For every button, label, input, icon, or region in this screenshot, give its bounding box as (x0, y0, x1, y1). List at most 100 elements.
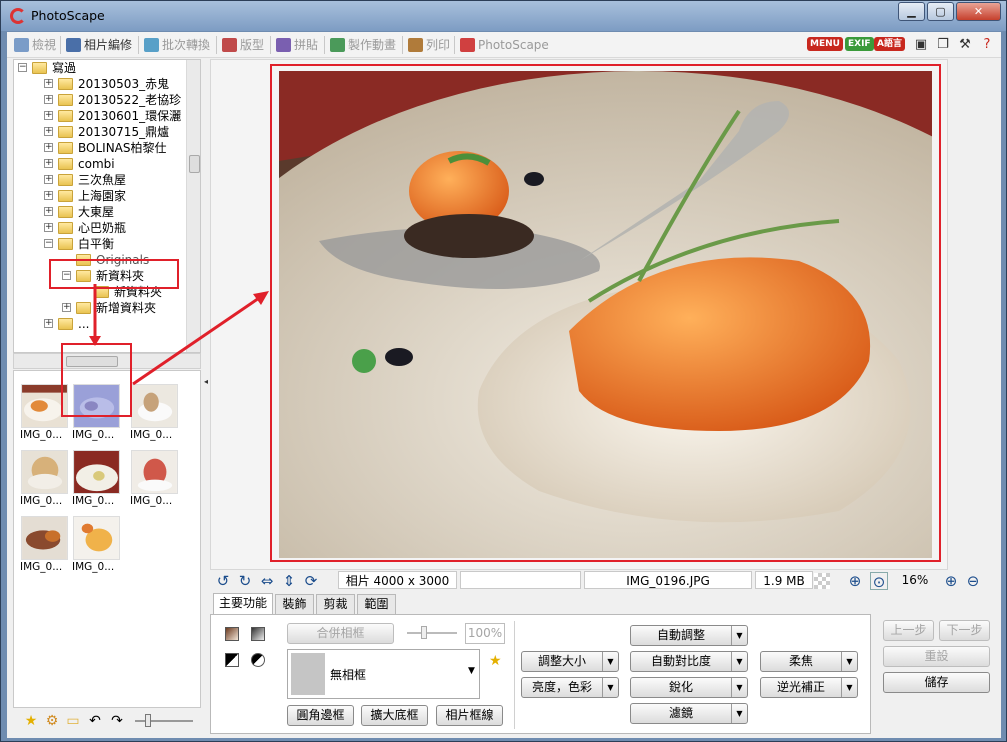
auto-level-button[interactable]: 自動調整 ▼ (630, 625, 748, 646)
expand-bottom-button[interactable]: 擴大底框 (361, 705, 428, 726)
tab-batch[interactable]: 批次轉換 (142, 35, 210, 55)
tab-combine[interactable]: 拼貼 (274, 35, 318, 55)
settings-wrench-icon[interactable]: ⚒ (957, 36, 973, 53)
soften-button[interactable]: 柔焦 ▼ (760, 651, 858, 672)
dropdown-arrow-icon[interactable]: ▼ (602, 678, 618, 697)
tab-print[interactable]: 列印 (406, 35, 450, 55)
close-button[interactable]: ✕ (956, 2, 1001, 21)
redo-button[interactable]: 下一步 (939, 620, 990, 641)
dropdown-arrow-icon[interactable]: ▼ (731, 652, 747, 671)
frame-opacity-slider[interactable] (407, 626, 457, 639)
file-name: IMG_0196.JPG (584, 571, 752, 589)
dropdown-arrow-icon[interactable]: ▼ (841, 678, 857, 697)
frame-line-button[interactable]: 相片框線 (436, 705, 503, 726)
dropdown-arrow-icon[interactable]: ▼ (602, 652, 618, 671)
frame-percent-field[interactable]: 100% (465, 623, 505, 644)
tab-gif[interactable]: 製作動畫 (328, 35, 396, 55)
rotate-right-icon[interactable]: ↻ (236, 572, 254, 590)
auto-contrast-button[interactable]: 自動對比度 ▼ (630, 651, 748, 672)
favorite-star-icon[interactable]: ★ (23, 713, 39, 729)
frame-color-brown-icon[interactable] (225, 627, 239, 641)
zoom-fit-icon[interactable]: ⊕ (846, 572, 864, 590)
page-icon (222, 38, 237, 52)
minimize-button[interactable]: ▁ (898, 2, 925, 21)
thumbnail-image (73, 384, 120, 428)
thumbnail-item[interactable]: IMG_0... (20, 514, 70, 579)
folder-icon[interactable]: ▭ (65, 713, 81, 729)
menu-button[interactable]: MENU (807, 37, 843, 51)
brightness-color-button[interactable]: 亮度，色彩 ▼ (521, 677, 619, 698)
dropdown-arrow-icon[interactable]: ▼ (731, 704, 747, 723)
frame-contrast-icon[interactable] (225, 653, 239, 667)
photo-canvas[interactable] (279, 71, 932, 558)
thumbnail-size-slider[interactable] (135, 714, 193, 727)
thumbnail-image (73, 516, 120, 560)
exif-button[interactable]: EXIF (845, 37, 874, 51)
tab-editor[interactable]: 相片編修 (64, 35, 132, 55)
zoom-in-icon[interactable]: ⊕ (942, 572, 960, 590)
thumbnail-item[interactable]: IMG_0... (130, 382, 180, 447)
action-buttons: 上一步 下一步 重設 儲存 (873, 614, 1001, 734)
frame-round-icon[interactable] (251, 653, 265, 667)
language-button[interactable]: A語言 (874, 37, 905, 51)
tab-main-functions[interactable]: 主要功能 (213, 593, 273, 615)
thumbnail-item[interactable]: IMG_0... (130, 448, 180, 513)
file-size: 1.9 MB (755, 571, 813, 589)
round-corner-button[interactable]: 圓角邊框 (287, 705, 354, 726)
dropdown-arrow-icon: ▼ (468, 666, 475, 676)
slideshow-icon[interactable]: ▣ (913, 36, 929, 53)
zoom-actual-icon[interactable]: ⊙ (870, 572, 888, 591)
tab-photoscape[interactable]: PhotoScape (458, 35, 549, 55)
tree-vertical-scrollbar[interactable] (186, 60, 200, 352)
print-icon (408, 38, 423, 52)
thumbnail-image (21, 450, 68, 494)
tab-decoration[interactable]: 裝飾 (275, 594, 314, 614)
tab-crop[interactable]: 剪裁 (316, 594, 355, 614)
transparency-icon[interactable] (814, 573, 830, 589)
dropdown-arrow-icon[interactable]: ▼ (731, 626, 747, 645)
thumbnail-item[interactable]: IMG_0... (72, 514, 122, 579)
back-arrow-icon[interactable]: ↶ (87, 713, 103, 729)
refresh-icon[interactable]: ⟳ (302, 572, 320, 590)
forward-arrow-icon[interactable]: ↷ (109, 713, 125, 729)
maximize-button[interactable]: ▢ (927, 2, 954, 21)
help-icon[interactable]: ? (979, 36, 995, 53)
thumbnail-list: IMG_0... IMG_0... IMG_0... IMG_0... IMG_… (13, 370, 201, 708)
dropdown-arrow-icon[interactable]: ▼ (841, 652, 857, 671)
image-dimensions: 相片 4000 x 3000 (338, 571, 457, 589)
copy-icon[interactable]: ❐ (935, 36, 951, 53)
flip-horizontal-icon[interactable]: ⇔ (258, 572, 276, 590)
tab-viewer[interactable]: 檢視 (12, 35, 56, 55)
thumbnail-item[interactable]: IMG_0... (72, 448, 122, 513)
sharpen-button[interactable]: 銳化 ▼ (630, 677, 748, 698)
dropdown-arrow-icon[interactable]: ▼ (731, 678, 747, 697)
thumbnail-item-selected[interactable]: IMG_0... (72, 382, 122, 447)
food-photo-image (279, 71, 932, 558)
tree-horizontal-scrollbar[interactable] (13, 353, 201, 369)
tab-region[interactable]: 範圍 (357, 594, 396, 614)
backlight-button[interactable]: 逆光補正 ▼ (760, 677, 858, 698)
zoom-out-icon[interactable]: ⊖ (964, 572, 982, 590)
panel-splitter-arrow-icon[interactable]: ◂ (202, 352, 210, 412)
rotate-folder-icon[interactable]: ⚙ (44, 713, 60, 729)
undo-button[interactable]: 上一步 (883, 620, 934, 641)
left-bottom-toolbar: ★ ⚙ ▭ ↶ ↷ (13, 708, 201, 734)
thumbnail-item[interactable]: IMG_0... (20, 382, 70, 447)
thumbnail-image (73, 450, 120, 494)
photoscape-icon (460, 38, 475, 52)
window-title: PhotoScape (31, 8, 105, 23)
frame-select-dropdown[interactable]: 無相框 ▼ (287, 649, 480, 699)
save-button[interactable]: 儲存 (883, 672, 990, 693)
resize-button[interactable]: 調整大小 ▼ (521, 651, 619, 672)
rotate-left-icon[interactable]: ↺ (214, 572, 232, 590)
viewer-side-panel (948, 59, 1001, 570)
merge-frame-button[interactable]: 合併相框 (287, 623, 394, 644)
reset-button[interactable]: 重設 (883, 646, 990, 667)
tab-page[interactable]: 版型 (220, 35, 264, 55)
flip-vertical-icon[interactable]: ⇕ (280, 572, 298, 590)
frame-color-gray-icon[interactable] (251, 627, 265, 641)
filter-button[interactable]: 濾鏡 ▼ (630, 703, 748, 724)
thumbnail-image (131, 384, 178, 428)
favorite-frame-star-icon[interactable]: ★ (489, 653, 502, 669)
thumbnail-item[interactable]: IMG_0... (20, 448, 70, 513)
